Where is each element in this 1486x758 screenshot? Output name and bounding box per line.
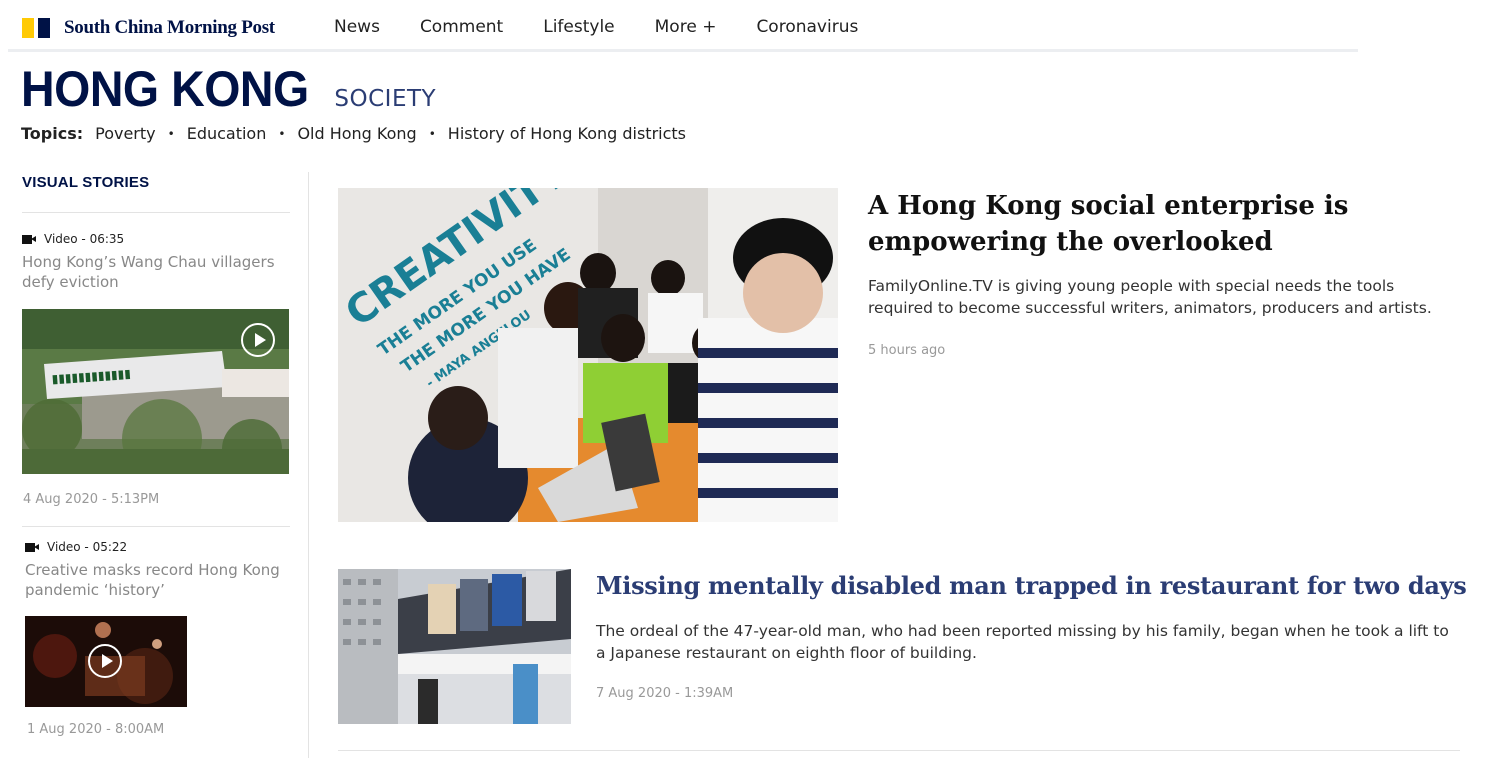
topic-education[interactable]: Education bbox=[187, 124, 267, 143]
divider bbox=[22, 526, 290, 527]
brand-name: South China Morning Post bbox=[64, 17, 275, 38]
second-story-title[interactable]: Missing mentally disabled man trapped in… bbox=[596, 569, 1467, 603]
video-thumbnail-creative-masks[interactable] bbox=[25, 616, 187, 707]
second-story-time: 7 Aug 2020 - 1:39AM bbox=[596, 686, 734, 701]
visual-story-item: Video - 05:22 Creative masks record Hong… bbox=[25, 540, 293, 600]
video-camera-icon bbox=[22, 234, 36, 244]
topics-bar: Topics: Poverty • Education • Old Hong K… bbox=[21, 124, 686, 143]
logo-mark-icon bbox=[22, 18, 50, 38]
section-title[interactable]: HONG KONG bbox=[21, 60, 309, 118]
section-subtitle[interactable]: SOCIETY bbox=[334, 86, 436, 112]
video-camera-icon bbox=[25, 542, 39, 552]
visual-story-date: 4 Aug 2020 - 5:13PM bbox=[23, 492, 160, 507]
topics-label: Topics: bbox=[21, 124, 84, 143]
visual-story-item: Video - 06:35 Hong Kong’s Wang Chau vill… bbox=[22, 232, 290, 292]
nav-item-news[interactable]: News bbox=[334, 17, 380, 37]
topic-separator: • bbox=[428, 126, 436, 141]
play-icon[interactable] bbox=[241, 323, 275, 357]
video-meta: Video - 05:22 bbox=[25, 540, 293, 554]
topic-separator: • bbox=[278, 126, 286, 141]
section-header: HONG KONG SOCIETY bbox=[21, 60, 436, 118]
video-duration: Video - 06:35 bbox=[44, 232, 125, 246]
column-divider bbox=[308, 172, 309, 758]
site-logo[interactable]: South China Morning Post bbox=[22, 17, 275, 39]
visual-story-date: 1 Aug 2020 - 8:00AM bbox=[27, 722, 165, 737]
main-nav: News Comment Lifestyle More + Coronaviru… bbox=[334, 17, 898, 37]
nav-item-comment[interactable]: Comment bbox=[420, 17, 503, 37]
visual-story-headline[interactable]: Hong Kong’s Wang Chau villagers defy evi… bbox=[22, 252, 290, 292]
second-story-summary: The ordeal of the 47-year-old man, who h… bbox=[596, 622, 1449, 662]
second-story-image[interactable] bbox=[338, 569, 571, 724]
topic-old-hong-kong[interactable]: Old Hong Kong bbox=[297, 124, 416, 143]
lead-story-summary: FamilyOnline.TV is giving young people w… bbox=[868, 277, 1432, 317]
lead-story-title[interactable]: A Hong Kong social enterprise is empower… bbox=[868, 188, 1428, 260]
lead-story-image[interactable]: CREATIVITY THE MORE YOU USE THE MORE YOU… bbox=[338, 188, 838, 522]
play-icon[interactable] bbox=[88, 644, 122, 678]
video-duration: Video - 05:22 bbox=[47, 540, 128, 554]
visual-stories-sidebar: VISUAL STORIES Video - 06:35 Hong Kong’s… bbox=[22, 170, 290, 737]
topic-history-districts[interactable]: History of Hong Kong districts bbox=[448, 124, 686, 143]
top-navigation-bar: South China Morning Post News Comment Li… bbox=[8, 0, 1358, 52]
topic-poverty[interactable]: Poverty bbox=[95, 124, 156, 143]
topic-separator: • bbox=[167, 126, 175, 141]
divider bbox=[22, 212, 290, 213]
video-thumbnail-wang-chau[interactable]: ▮▮▮▮▮▮▮▮▮▮▮▮ bbox=[22, 309, 289, 474]
lead-story-time: 5 hours ago bbox=[868, 343, 946, 358]
nav-item-lifestyle[interactable]: Lifestyle bbox=[543, 17, 614, 37]
video-meta: Video - 06:35 bbox=[22, 232, 290, 246]
divider bbox=[338, 750, 1460, 751]
visual-story-headline[interactable]: Creative masks record Hong Kong pandemic… bbox=[25, 560, 293, 600]
nav-item-coronavirus[interactable]: Coronavirus bbox=[756, 17, 858, 37]
nav-item-more[interactable]: More + bbox=[655, 17, 717, 37]
sidebar-title: VISUAL STORIES bbox=[22, 174, 150, 191]
